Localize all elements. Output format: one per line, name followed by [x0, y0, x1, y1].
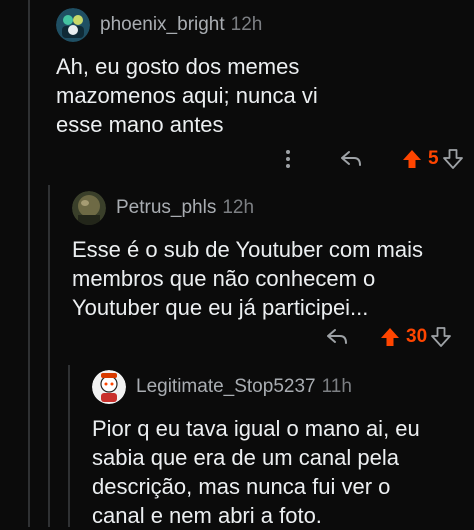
avatar[interactable]	[72, 191, 106, 225]
downvote-arrow-icon[interactable]	[442, 149, 463, 169]
comment-body: Pior q eu tava igual o mano ai, eu sabia…	[92, 416, 420, 528]
avatar[interactable]	[92, 370, 126, 404]
author-name[interactable]: Legitimate_Stop5237	[136, 376, 316, 398]
upvote-arrow-icon[interactable]	[402, 149, 422, 169]
comment-actions: 30	[326, 324, 452, 350]
thread-line-level-3	[68, 365, 70, 527]
avatar[interactable]	[56, 8, 90, 42]
author-name[interactable]: phoenix_bright	[100, 14, 225, 36]
comment-actions: 5	[278, 146, 463, 172]
more-vertical-icon[interactable]	[278, 149, 298, 169]
comment-timestamp: 11h	[321, 376, 352, 397]
comment-phoenix-bright: phoenix_bright 12h Ah, eu gosto dos meme…	[56, 8, 466, 139]
comment-legitimate-stop5237: Legitimate_Stop5237 11h Pior q eu tava i…	[92, 370, 467, 530]
comment-timestamp: 12h	[230, 14, 263, 35]
comment-header: phoenix_bright 12h	[56, 8, 466, 42]
vote-count: 30	[406, 326, 428, 347]
upvote-arrow-icon[interactable]	[380, 327, 400, 347]
comment-body: Esse é o sub de Youtuber com mais membro…	[72, 237, 423, 320]
comment-petrus-phls: Petrus_phls 12h Esse é o sub de Youtuber…	[72, 191, 467, 322]
comment-body: Ah, eu gosto dos memes mazomenos aqui; n…	[56, 54, 318, 137]
comment-timestamp: 12h	[222, 197, 255, 218]
thread-line-level-2	[48, 185, 50, 527]
author-name[interactable]: Petrus_phls	[116, 197, 216, 219]
comment-header: Legitimate_Stop5237 11h	[92, 370, 467, 404]
thread-line-level-1	[28, 0, 30, 527]
reply-icon[interactable]	[340, 150, 362, 168]
downvote-arrow-icon[interactable]	[431, 327, 452, 347]
vote-count: 5	[428, 148, 439, 169]
comment-header: Petrus_phls 12h	[72, 191, 467, 225]
reply-icon[interactable]	[326, 328, 348, 346]
